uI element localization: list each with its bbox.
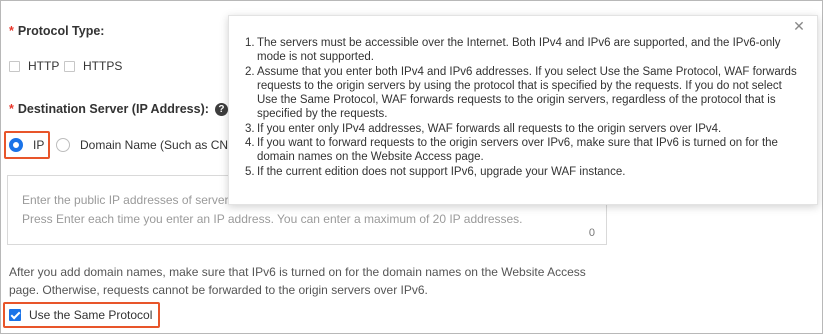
tooltip-item: 4. If you want to forward requests to the…: [245, 137, 778, 164]
close-icon[interactable]: ✕: [791, 18, 807, 34]
tooltip-item: 2. Assume that you enter both IPv4 and IP…: [245, 65, 797, 121]
use-same-protocol-label: Use the Same Protocol: [29, 308, 153, 322]
tooltip-item: 3. If you enter only IPv4 addresses, WAF …: [245, 122, 722, 135]
required-mark: *: [9, 24, 14, 38]
ipv6-note: After you add domain names, make sure th…: [9, 265, 586, 297]
use-same-protocol-checkbox[interactable]: Use the Same Protocol: [9, 308, 152, 322]
protocol-http-checkbox[interactable]: HTTP: [9, 59, 59, 73]
checkbox-box[interactable]: [9, 60, 20, 72]
radio-selected[interactable]: [9, 138, 23, 152]
help-tooltip: ✕ 1. The servers must be accessible over …: [228, 15, 818, 205]
character-counter: 0: [588, 227, 595, 239]
form-panel: * Protocol Type: HTTP HTTPS * Destination …: [0, 0, 823, 334]
protocol-https-checkbox[interactable]: HTTPS: [64, 59, 122, 73]
question-circle-icon[interactable]: ?: [214, 103, 228, 117]
domain-name-radio-option[interactable]: Domain Name (Such as CNA: [56, 138, 236, 152]
tooltip-list: 1. The servers must be accessible over th…: [245, 36, 805, 179]
destination-server-label: * Destination Server (IP Address):?: [9, 102, 228, 117]
checkbox-checked[interactable]: [9, 309, 21, 321]
tooltip-item: 1. The servers must be accessible over th…: [245, 37, 781, 64]
http-label: HTTP: [28, 59, 60, 73]
domain-name-label: Domain Name (Such as CNA: [80, 138, 237, 152]
tooltip-item: 5. If the current edition does not suppor…: [245, 165, 626, 178]
ip-label: IP: [33, 138, 45, 152]
https-label: HTTPS: [83, 59, 123, 73]
protocol-type-label: * Protocol Type:: [9, 24, 105, 38]
ip-radio-option[interactable]: IP: [9, 138, 44, 152]
radio-unselected[interactable]: [56, 138, 70, 152]
required-mark: *: [9, 102, 14, 116]
checkbox-box[interactable]: [64, 60, 75, 72]
